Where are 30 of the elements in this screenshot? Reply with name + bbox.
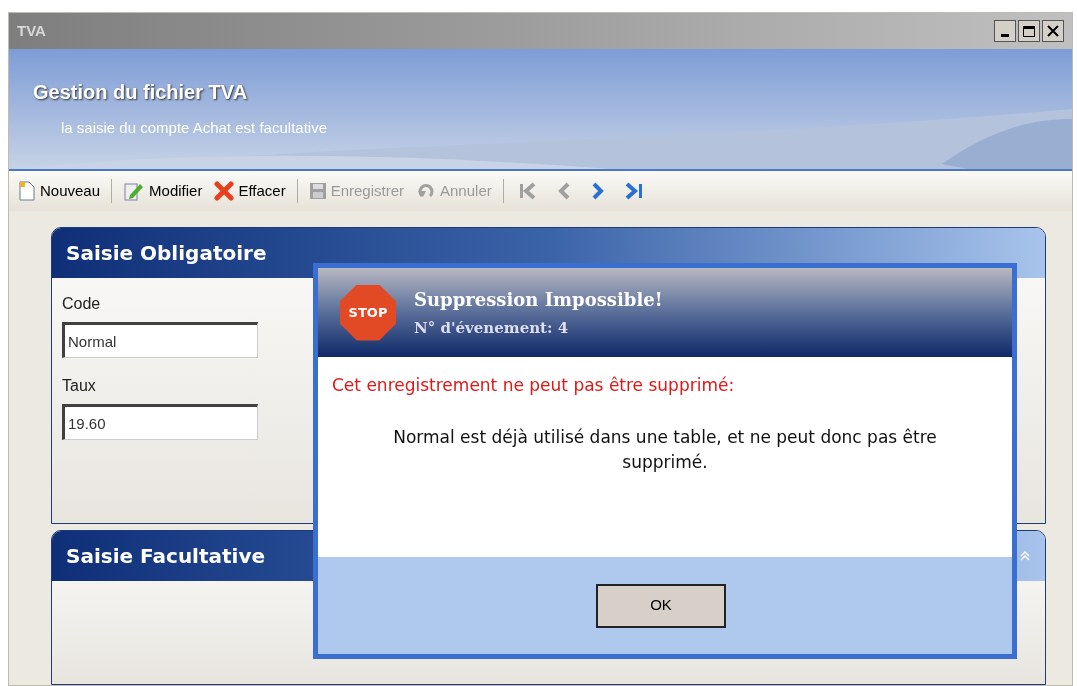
header-title: Gestion du fichier TVA	[33, 80, 249, 105]
header-subtitle: la saisie du compte Achat est facultative	[60, 118, 328, 138]
field-label: Code	[62, 294, 101, 314]
document-icon	[18, 181, 36, 201]
minimize-button[interactable]	[994, 20, 1016, 42]
text-field[interactable]: 19.60	[62, 404, 258, 440]
pencil-document-icon	[123, 181, 146, 201]
dialog-title: Suppression Impossible!	[414, 287, 663, 312]
panel-title: Saisie Obligatoire	[66, 240, 267, 267]
field-label: Taux	[62, 376, 96, 396]
dialog-subtitle: N° d'évenement: 4	[414, 317, 570, 339]
toolbar-button[interactable]: Nouveau	[15, 176, 104, 206]
toolbar-button[interactable]: Effacer	[211, 176, 289, 206]
window-title: TVA	[17, 20, 46, 41]
undo-arrow-icon	[416, 182, 436, 200]
close-icon	[1047, 25, 1059, 37]
close-button[interactable]	[1042, 20, 1064, 42]
stop-sign-icon: STOP	[340, 284, 396, 341]
text-field[interactable]: Normal	[62, 322, 258, 358]
message-text: Normal est déjà utilisé dans une table, et ne peut donc pas être supprimé.	[392, 425, 938, 474]
last-record-icon	[623, 181, 644, 201]
first-record-icon	[517, 181, 538, 201]
ok-button[interactable]: OK	[596, 583, 726, 628]
toolbar-button[interactable]: Modifier	[120, 176, 206, 206]
cross-icon	[214, 181, 235, 201]
minimize-icon	[1001, 34, 1009, 37]
maximize-button[interactable]	[1018, 20, 1040, 42]
panel-title: Saisie Facultative	[66, 543, 266, 570]
maximize-icon	[1023, 25, 1035, 37]
error-message: Cet enregistrement ne peut pas être supprimé:	[332, 374, 736, 397]
